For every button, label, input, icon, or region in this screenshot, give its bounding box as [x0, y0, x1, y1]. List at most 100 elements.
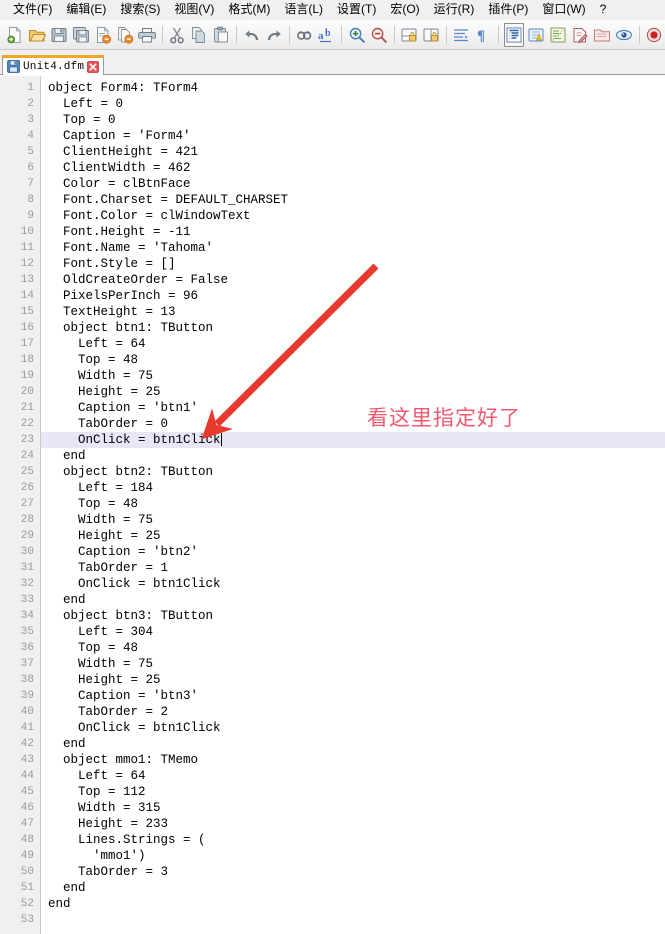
word-wrap-icon[interactable]	[451, 23, 471, 47]
svg-text:a: a	[318, 30, 324, 42]
code-line[interactable]: Top = 48	[41, 352, 665, 368]
code-line[interactable]: Lines.Strings = (	[41, 832, 665, 848]
show-all-chars-icon[interactable]: ¶	[473, 23, 493, 47]
code-line[interactable]: Font.Name = 'Tahoma'	[41, 240, 665, 256]
code-line[interactable]: end	[41, 736, 665, 752]
code-line[interactable]: object btn1: TButton	[41, 320, 665, 336]
function-list-icon[interactable]	[570, 23, 590, 47]
menu-window[interactable]: 窗口(W)	[535, 1, 592, 18]
code-line[interactable]: Left = 184	[41, 480, 665, 496]
code-line[interactable]: object mmo1: TMemo	[41, 752, 665, 768]
code-line[interactable]: Height = 25	[41, 384, 665, 400]
code-line[interactable]: Width = 75	[41, 656, 665, 672]
undo-icon[interactable]	[242, 23, 262, 47]
code-line[interactable]: Left = 0	[41, 96, 665, 112]
editor-pane[interactable]: 1 2 3 4 5 6 7 8 9 10 11 12 13 14 15 16 17 18 19 20 21 22 23 24 2…	[0, 75, 665, 934]
paste-icon[interactable]	[211, 23, 231, 47]
code-line[interactable]: Left = 304	[41, 624, 665, 640]
code-line-active[interactable]: OnClick = btn1Click	[41, 432, 665, 448]
line-number: 48	[20, 834, 34, 846]
code-line[interactable]: end	[41, 592, 665, 608]
code-line[interactable]: ClientHeight = 421	[41, 144, 665, 160]
code-line[interactable]: Top = 0	[41, 112, 665, 128]
menu-file[interactable]: 文件(F)	[6, 1, 59, 18]
menu-plugins[interactable]: 插件(P)	[481, 1, 535, 18]
print-icon[interactable]	[137, 23, 157, 47]
sync-horizontal-icon[interactable]	[421, 23, 441, 47]
code-line[interactable]: Caption = 'btn1'	[41, 400, 665, 416]
code-line[interactable]: object btn3: TButton	[41, 608, 665, 624]
user-defined-dlg-icon[interactable]	[526, 23, 546, 47]
find-icon[interactable]	[294, 23, 314, 47]
code-line[interactable]: Font.Height = -11	[41, 224, 665, 240]
sync-vertical-icon[interactable]	[399, 23, 419, 47]
cut-icon[interactable]	[167, 23, 187, 47]
menu-macro[interactable]: 宏(O)	[383, 1, 426, 18]
code-line[interactable]: end	[41, 448, 665, 464]
code-line[interactable]: Font.Color = clWindowText	[41, 208, 665, 224]
code-line[interactable]: end	[41, 880, 665, 896]
code-line[interactable]: TabOrder = 2	[41, 704, 665, 720]
redo-icon[interactable]	[264, 23, 284, 47]
code-line[interactable]: Font.Charset = DEFAULT_CHARSET	[41, 192, 665, 208]
code-line[interactable]: OnClick = btn1Click	[41, 576, 665, 592]
code-line[interactable]: Width = 315	[41, 800, 665, 816]
folder-workspace-icon[interactable]	[592, 23, 612, 47]
code-line[interactable]: TabOrder = 3	[41, 864, 665, 880]
close-file-icon[interactable]	[93, 23, 113, 47]
save-icon[interactable]	[49, 23, 69, 47]
zoom-out-icon[interactable]	[369, 23, 389, 47]
new-file-icon[interactable]	[5, 23, 25, 47]
code-line[interactable]: TabOrder = 0	[41, 416, 665, 432]
close-all-files-icon[interactable]	[115, 23, 135, 47]
copy-icon[interactable]	[189, 23, 209, 47]
menu-run[interactable]: 运行(R)	[427, 1, 482, 18]
open-file-icon[interactable]	[27, 23, 47, 47]
code-line[interactable]: TabOrder = 1	[41, 560, 665, 576]
menu-format[interactable]: 格式(M)	[221, 1, 277, 18]
code-line[interactable]: Top = 112	[41, 784, 665, 800]
close-icon[interactable]	[87, 60, 100, 73]
zoom-in-icon[interactable]	[347, 23, 367, 47]
code-line[interactable]: Top = 48	[41, 496, 665, 512]
code-line[interactable]: TextHeight = 13	[41, 304, 665, 320]
code-line[interactable]: Top = 48	[41, 640, 665, 656]
code-lines[interactable]: object Form4: TForm4 Left = 0 Top = 0 Ca…	[41, 76, 665, 934]
code-line[interactable]: Height = 25	[41, 672, 665, 688]
code-line[interactable]: OnClick = btn1Click	[41, 720, 665, 736]
doc-map-icon[interactable]	[548, 23, 568, 47]
monitoring-icon[interactable]	[614, 23, 634, 47]
menu-settings[interactable]: 设置(T)	[330, 1, 383, 18]
indent-guide-icon[interactable]	[503, 22, 524, 47]
code-line[interactable]: Font.Style = []	[41, 256, 665, 272]
menu-view[interactable]: 视图(V)	[167, 1, 221, 18]
replace-icon[interactable]: ab	[316, 23, 336, 47]
code-line[interactable]: Width = 75	[41, 368, 665, 384]
code-line[interactable]: Width = 75	[41, 512, 665, 528]
code-line[interactable]: PixelsPerInch = 96	[41, 288, 665, 304]
menu-help[interactable]: ?	[593, 1, 614, 18]
code-line[interactable]: object Form4: TForm4	[41, 80, 665, 96]
code-line[interactable]: Left = 64	[41, 768, 665, 784]
menu-search[interactable]: 搜索(S)	[113, 1, 167, 18]
code-line[interactable]: Height = 233	[41, 816, 665, 832]
menu-language[interactable]: 语言(L)	[277, 1, 330, 18]
code-line[interactable]: ClientWidth = 462	[41, 160, 665, 176]
code-line[interactable]: OldCreateOrder = False	[41, 272, 665, 288]
code-line[interactable]: Left = 64	[41, 336, 665, 352]
code-line[interactable]: 'mmo1')	[41, 848, 665, 864]
save-all-icon[interactable]	[71, 23, 91, 47]
menu-edit[interactable]: 编辑(E)	[59, 1, 113, 18]
code-area[interactable]: 1 2 3 4 5 6 7 8 9 10 11 12 13 14 15 16 17 18 19 20 21 22 23 24 2…	[0, 76, 665, 934]
code-line[interactable]: Caption = 'btn3'	[41, 688, 665, 704]
code-line[interactable]: Height = 25	[41, 528, 665, 544]
code-line[interactable]: end	[41, 896, 665, 912]
code-line[interactable]	[41, 912, 665, 928]
record-macro-icon[interactable]	[644, 23, 664, 47]
code-line[interactable]: Color = clBtnFace	[41, 176, 665, 192]
code-line-text: object Form4: TForm4	[48, 81, 199, 95]
editor-tab[interactable]: Unit4.dfm	[2, 55, 105, 75]
code-line[interactable]: Caption = 'btn2'	[41, 544, 665, 560]
code-line[interactable]: object btn2: TButton	[41, 464, 665, 480]
code-line[interactable]: Caption = 'Form4'	[41, 128, 665, 144]
